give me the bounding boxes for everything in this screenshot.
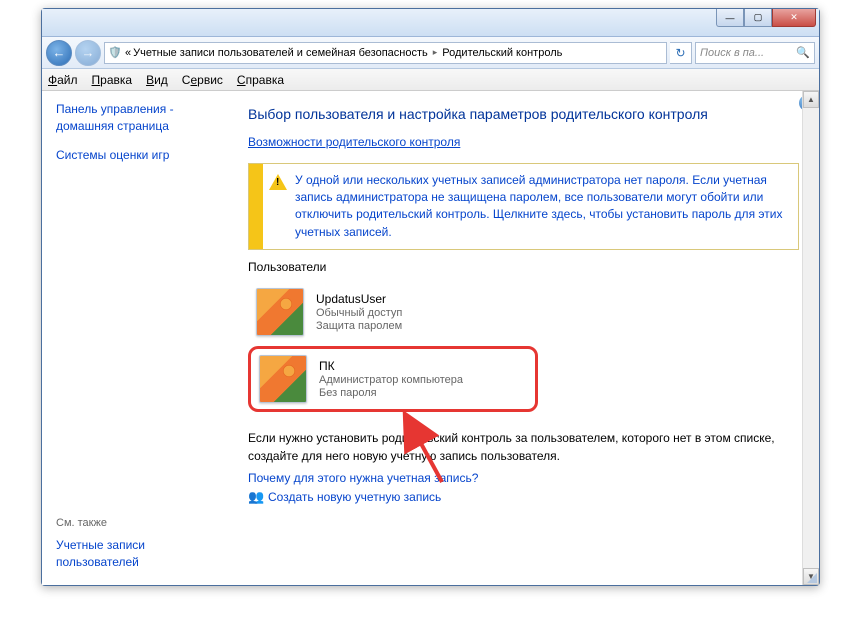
minimize-button[interactable]: — <box>716 9 744 27</box>
maximize-button[interactable]: ▢ <box>744 9 772 27</box>
refresh-icon: ↻ <box>675 46 685 60</box>
breadcrumb-item-2[interactable]: Родительский контроль <box>442 47 562 59</box>
menu-file[interactable]: Файл <box>48 73 78 87</box>
create-account-link[interactable]: Создать новую учетную запись <box>248 489 799 505</box>
warning-text: У одной или нескольких учетных записей а… <box>295 172 784 242</box>
menu-tools[interactable]: Сервис <box>182 73 223 87</box>
sidebar-accounts-link[interactable]: Учетные записи пользователей <box>56 537 228 571</box>
warning-body: У одной или нескольких учетных записей а… <box>263 164 798 250</box>
users-label: Пользователи <box>248 260 799 274</box>
user-info: ПК Администратор компьютера Без пароля <box>319 359 463 399</box>
warning-stripe <box>249 164 263 250</box>
scroll-up-button[interactable]: ▲ <box>803 91 819 108</box>
menu-view[interactable]: Вид <box>146 73 168 87</box>
search-placeholder: Поиск в па... <box>700 47 764 59</box>
menu-edit[interactable]: Правка <box>92 73 133 87</box>
user-item-pk[interactable]: ПК Администратор компьютера Без пароля <box>248 346 538 412</box>
avatar <box>256 288 304 336</box>
user-type: Обычный доступ <box>316 307 402 319</box>
content: Панель управления - домашняя страница Си… <box>42 91 819 585</box>
refresh-button[interactable]: ↻ <box>670 42 692 64</box>
titlebar: — ▢ ✕ <box>42 9 819 37</box>
sidebar-ratings-link[interactable]: Системы оценки игр <box>56 147 228 164</box>
sidebar: Панель управления - домашняя страница Си… <box>42 91 242 585</box>
search-input[interactable]: Поиск в па... 🔍 <box>695 42 815 64</box>
forward-button[interactable]: → <box>75 40 101 66</box>
user-item-updatususer[interactable]: UpdatusUser Обычный доступ Защита пароле… <box>248 282 799 342</box>
menubar: Файл Правка Вид Сервис Справка <box>42 69 819 91</box>
why-link[interactable]: Почему для этого нужна учетная запись? <box>248 471 799 485</box>
warning-icon <box>269 174 287 190</box>
resize-grip[interactable] <box>805 571 817 583</box>
user-name: ПК <box>319 359 463 373</box>
title-buttons: — ▢ ✕ <box>716 9 816 27</box>
page-title: Выбор пользователя и настройка параметро… <box>248 105 799 125</box>
control-panel-icon: 🛡️ <box>107 45 123 61</box>
user-info: UpdatusUser Обычный доступ Защита пароле… <box>316 292 402 332</box>
window: — ▢ ✕ ← → 🛡️ « Учетные записи пользовате… <box>41 8 820 586</box>
sidebar-home-link[interactable]: Панель управления - домашняя страница <box>56 101 228 135</box>
avatar <box>259 355 307 403</box>
close-button[interactable]: ✕ <box>772 9 816 27</box>
breadcrumb-chevrons: « <box>125 47 131 59</box>
breadcrumb-sep: ▸ <box>430 47 441 58</box>
breadcrumb-item-1[interactable]: Учетные записи пользователей и семейная … <box>133 47 428 59</box>
warning-box[interactable]: У одной или нескольких учетных записей а… <box>248 163 799 251</box>
create-account-label: Создать новую учетную запись <box>268 490 441 504</box>
user-password-status: Защита паролем <box>316 320 402 332</box>
back-button[interactable]: ← <box>46 40 72 66</box>
main-pane: ? Выбор пользователя и настройка парамет… <box>242 91 819 585</box>
navbar: ← → 🛡️ « Учетные записи пользователей и … <box>42 37 819 69</box>
scrollbar[interactable]: ▲ ▼ <box>802 91 819 585</box>
user-password-status: Без пароля <box>319 387 463 399</box>
user-type: Администратор компьютера <box>319 374 463 386</box>
search-icon: 🔍 <box>796 46 810 59</box>
user-name: UpdatusUser <box>316 292 402 306</box>
capabilities-link[interactable]: Возможности родительского контроля <box>248 135 460 149</box>
see-also-label: См. также <box>56 517 228 529</box>
breadcrumb[interactable]: 🛡️ « Учетные записи пользователей и семе… <box>104 42 667 64</box>
menu-help[interactable]: Справка <box>237 73 284 87</box>
people-icon <box>248 489 264 505</box>
hint-text: Если нужно установить родительский контр… <box>248 430 799 465</box>
